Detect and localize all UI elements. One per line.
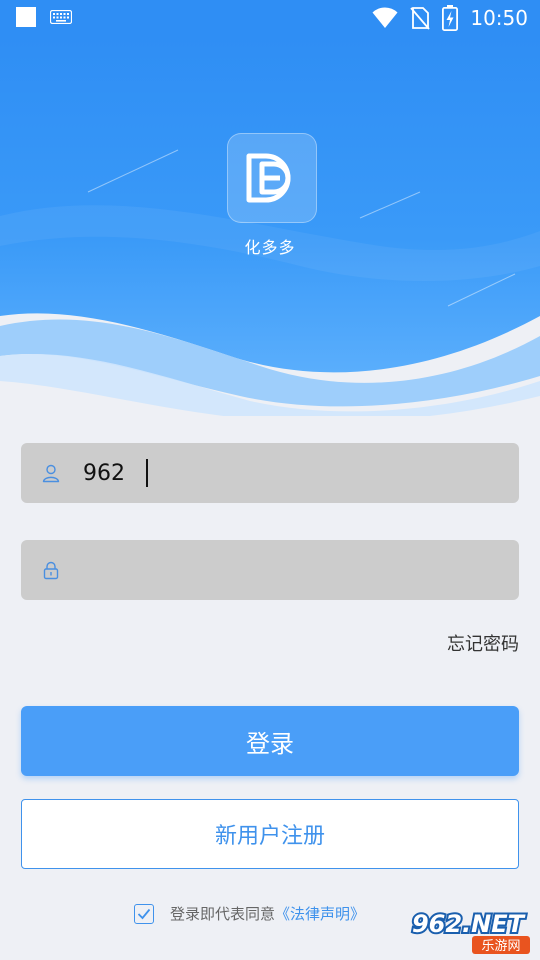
status-time: 10:50 xyxy=(470,6,528,30)
lock-icon xyxy=(43,561,59,580)
site-watermark-logo: 962.NET 乐游网 xyxy=(410,908,530,954)
wifi-icon xyxy=(372,7,398,28)
forgot-password-link[interactable]: 忘记密码 xyxy=(447,630,519,656)
register-button[interactable]: 新用户注册 xyxy=(21,799,519,869)
notification-square-icon xyxy=(16,7,36,27)
login-button[interactable]: 登录 xyxy=(21,706,519,776)
no-sim-icon xyxy=(410,7,431,30)
app-logo xyxy=(227,133,317,223)
agreement-text: 登录即代表同意 xyxy=(170,905,276,923)
battery-charging-icon xyxy=(442,5,459,31)
agreement-checkbox[interactable] xyxy=(134,903,154,924)
legal-statement-link[interactable]: 《法律声明》 xyxy=(275,905,365,923)
dd-logo-icon xyxy=(246,153,291,203)
password-field[interactable] xyxy=(21,540,519,600)
username-field[interactable] xyxy=(21,443,519,503)
agreement-row: 登录即代表同意《法律声明》 xyxy=(134,903,365,924)
hero-wave-background xyxy=(0,36,540,416)
watermark-sub: 乐游网 xyxy=(481,939,520,954)
status-bar: 10:50 xyxy=(0,0,540,36)
text-cursor xyxy=(146,459,148,487)
checkmark-icon xyxy=(137,908,151,919)
keyboard-icon xyxy=(50,10,72,24)
app-name: 化多多 xyxy=(244,238,296,257)
watermark-brand: 962.NET xyxy=(412,910,526,938)
user-icon xyxy=(42,464,60,483)
password-input[interactable] xyxy=(83,540,503,600)
